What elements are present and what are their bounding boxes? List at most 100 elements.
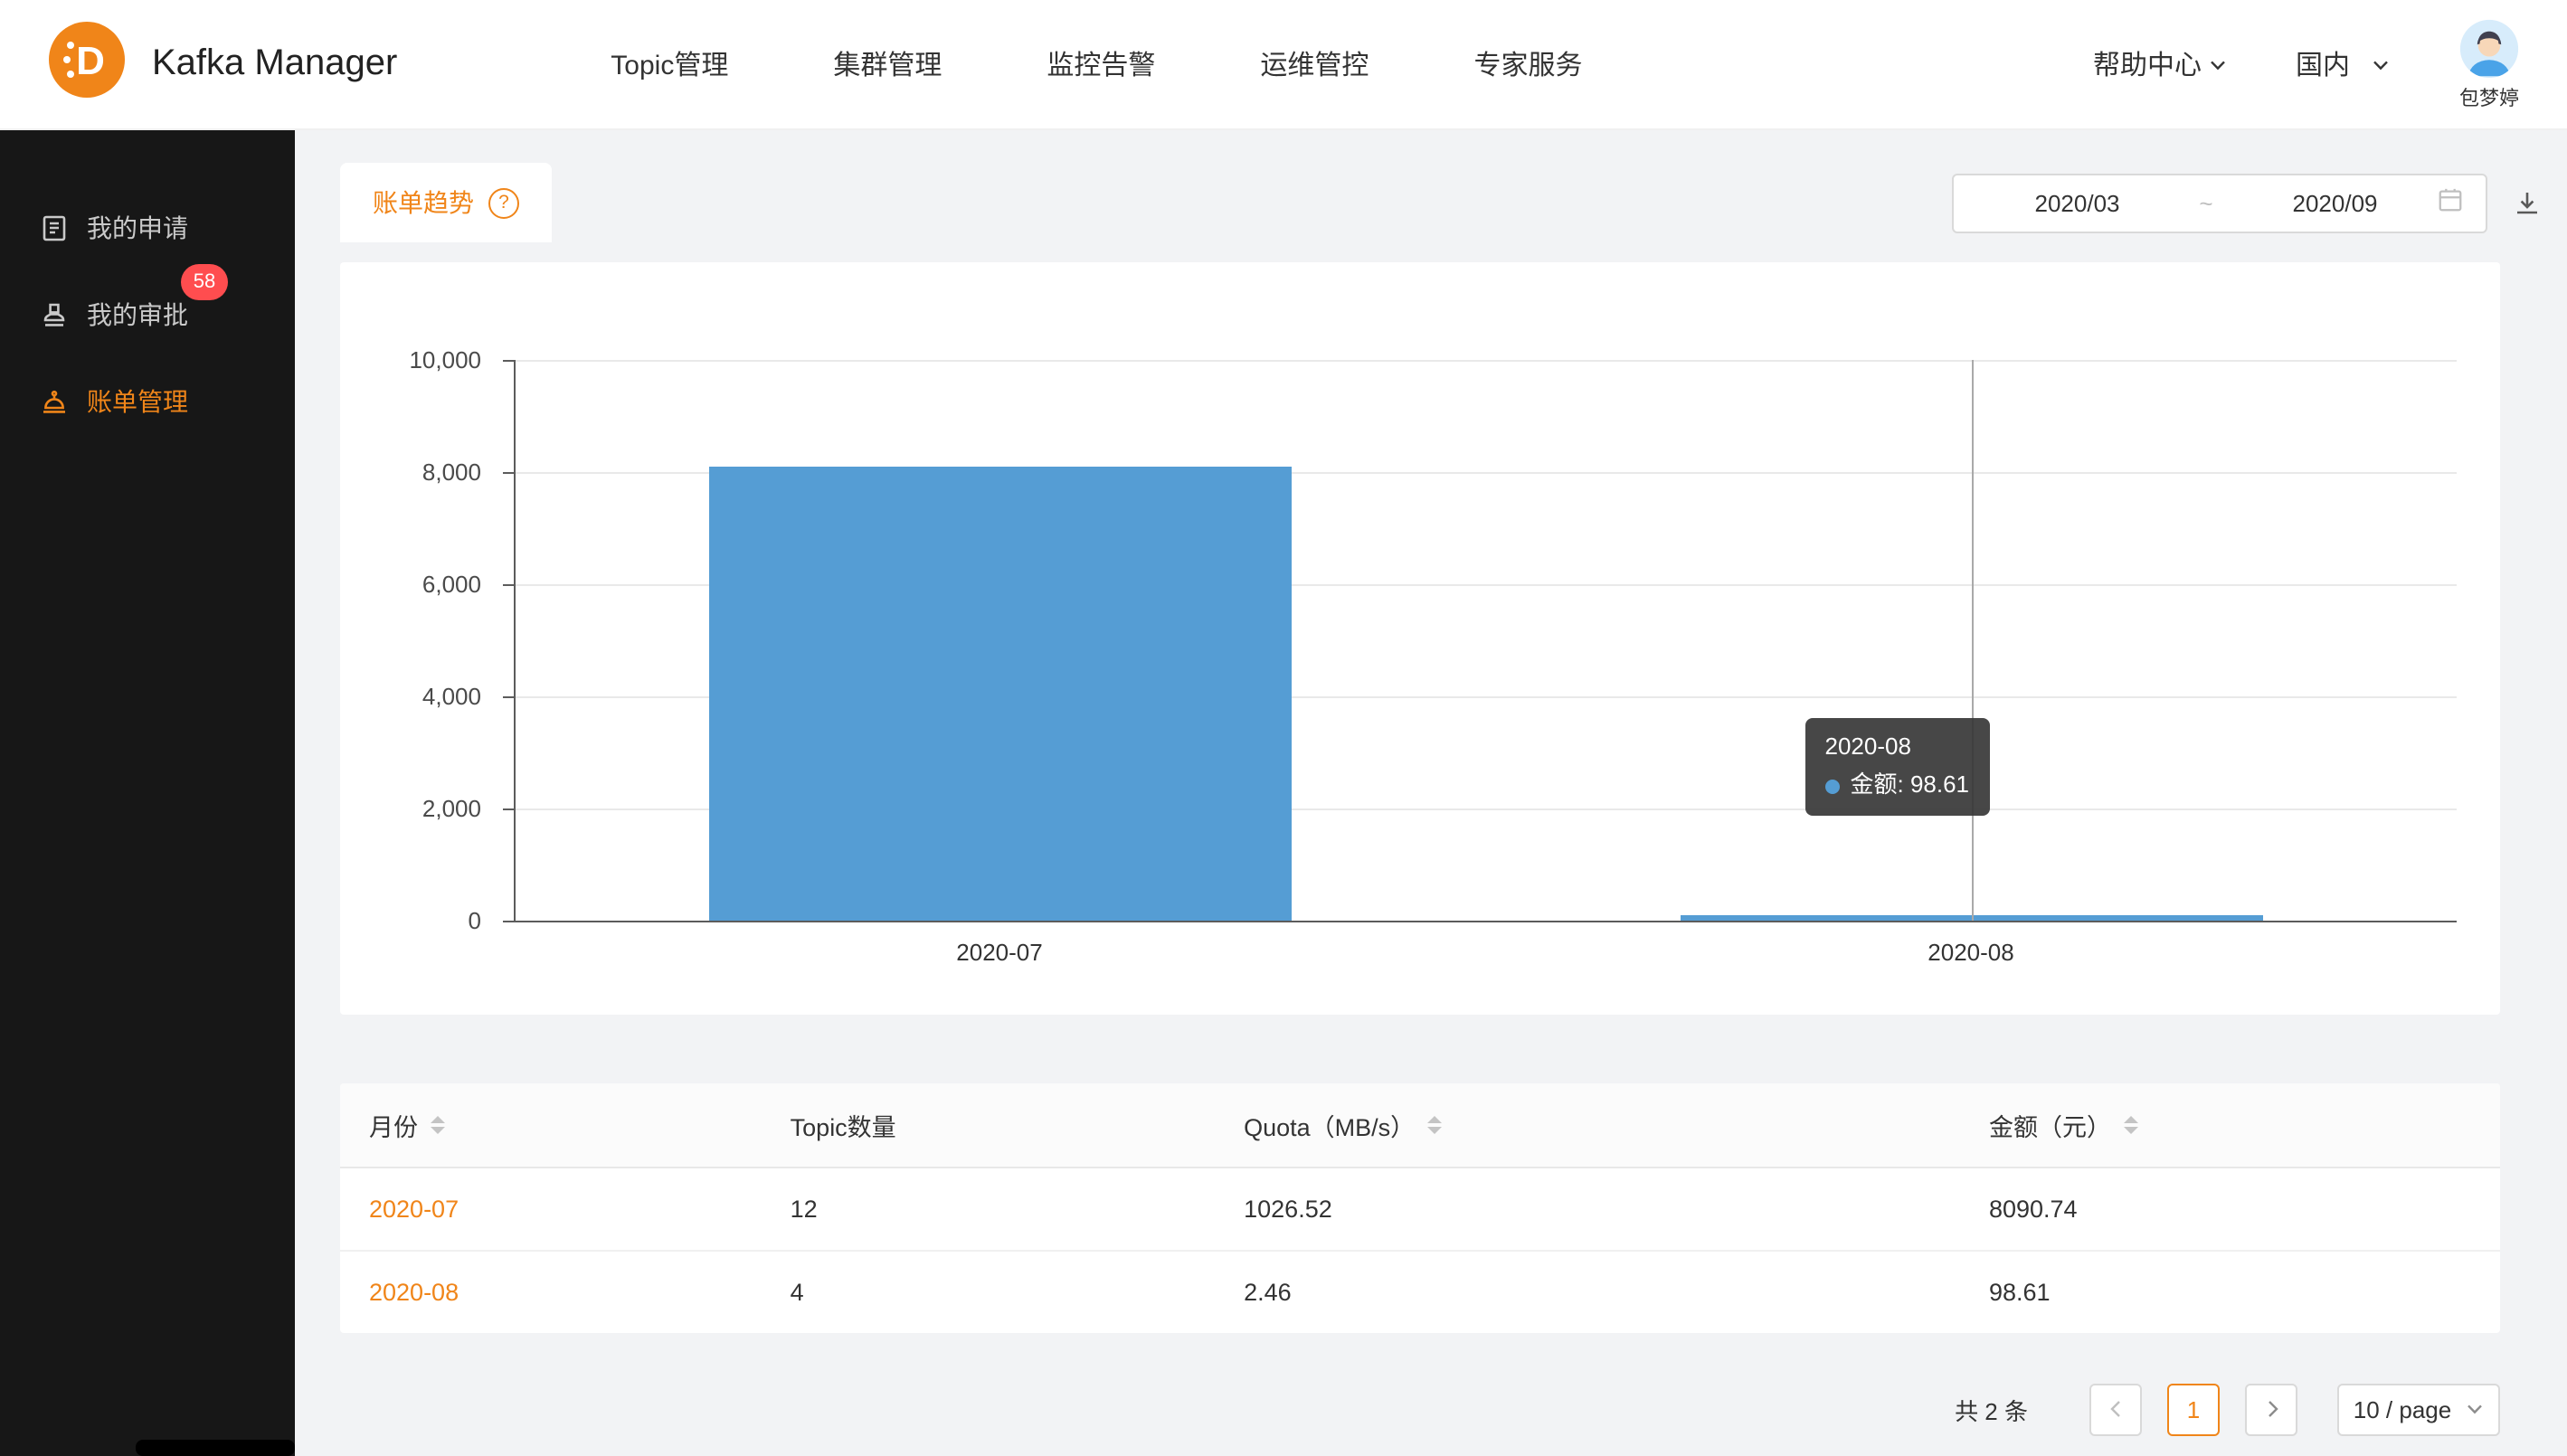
help-circle-icon	[488, 187, 519, 218]
chevron-down-icon	[2466, 1396, 2484, 1423]
page-number-button[interactable]: 1	[2167, 1384, 2220, 1436]
column-label: Quota（MB/s）	[1244, 1107, 1415, 1143]
tab-label: 账单趋势	[373, 184, 474, 221]
nav-monitor-alert[interactable]: 监控告警	[1047, 45, 1155, 83]
y-tick-label: 2,000	[422, 795, 481, 822]
user-menu[interactable]: 包梦婷	[2458, 18, 2520, 110]
quota-cell: 1026.52	[1215, 1168, 1960, 1251]
month-link[interactable]: 2020-08	[369, 1279, 459, 1306]
sidebar: 我的申请 我的审批 58	[0, 130, 295, 1456]
top-nav: Topic管理 集群管理 监控告警 运维管控 专家服务	[611, 45, 1582, 83]
column-header-month[interactable]: 月份	[340, 1083, 762, 1168]
avatar	[2458, 18, 2520, 87]
chevron-down-icon	[2372, 55, 2390, 73]
clipboard-icon	[40, 213, 69, 242]
topic-count-cell: 4	[762, 1251, 1215, 1333]
billing-table-card: 月份 Topic数量 Quota（	[340, 1083, 2500, 1333]
y-tick-mark	[503, 360, 516, 362]
tooltip-series-dot	[1825, 779, 1840, 793]
app-logo-icon: D	[47, 20, 127, 109]
sidebar-item-label: 我的审批	[87, 297, 188, 333]
tooltip-row: 金额: 98.61	[1825, 769, 1970, 803]
tooltip-title: 2020-08	[1825, 732, 1970, 766]
column-header-quota[interactable]: Quota（MB/s）	[1215, 1083, 1960, 1168]
user-name: 包梦婷	[2459, 90, 2519, 110]
toolbar: 账单趋势 2020/03 ~ 2020/09	[340, 163, 2542, 242]
y-tick-mark	[503, 808, 516, 810]
sidebar-item-label: 账单管理	[87, 383, 188, 420]
y-tick-mark	[503, 472, 516, 474]
page-size-value: 10 / page	[2354, 1396, 2451, 1423]
sort-caret-icon[interactable]	[431, 1116, 445, 1134]
table-row: 2020-07 12 1026.52 8090.74	[340, 1168, 2500, 1251]
date-start-value[interactable]: 2020/03	[1975, 189, 2179, 216]
sidebar-scrollbar-thumb[interactable]	[136, 1440, 295, 1456]
y-tick-label: 6,000	[422, 571, 481, 598]
sort-caret-icon[interactable]	[1427, 1116, 1442, 1134]
app-root: D Kafka Manager Topic管理 集群管理 监控告警 运维管控 专…	[0, 0, 2567, 1456]
sidebar-item-billing-management[interactable]: 账单管理	[0, 358, 295, 445]
sidebar-item-my-approvals[interactable]: 我的审批 58	[0, 271, 295, 358]
y-tick-mark	[503, 696, 516, 698]
column-label: 金额（元）	[1989, 1107, 2111, 1143]
toolbar-right: 2020/03 ~ 2020/09	[1952, 173, 2542, 232]
quota-cell: 2.46	[1215, 1251, 1960, 1333]
nav-expert-service[interactable]: 专家服务	[1473, 45, 1582, 83]
y-tick-label: 0	[469, 907, 481, 934]
date-range-picker[interactable]: 2020/03 ~ 2020/09	[1952, 173, 2487, 232]
billing-trend-chart-card: 10,000 8,000 6,000 4,000 2,000 0 2020-08 金额: …	[340, 262, 2500, 1015]
topic-count-cell: 12	[762, 1168, 1215, 1251]
nav-ops-control[interactable]: 运维管控	[1260, 45, 1369, 83]
x-axis-label: 2020-07	[956, 939, 1042, 966]
billing-table: 月份 Topic数量 Quota（	[340, 1083, 2500, 1333]
bar-2020-07[interactable]	[710, 467, 1293, 921]
stamp-icon	[40, 300, 69, 329]
crosshair-line	[1972, 360, 1974, 921]
app-title: Kafka Manager	[152, 43, 397, 85]
chevron-right-icon	[2262, 1396, 2280, 1423]
date-separator: ~	[2179, 189, 2233, 216]
tab-billing-trend[interactable]: 账单趋势	[340, 163, 552, 242]
column-header-topic-count: Topic数量	[762, 1083, 1215, 1168]
y-axis-labels: 10,0008,0006,0004,0002,0000	[340, 360, 499, 921]
download-icon[interactable]	[2513, 188, 2542, 217]
x-axis-labels: 2020-07 2020-08	[514, 921, 2457, 982]
column-header-amount[interactable]: 金额（元）	[1960, 1083, 2500, 1168]
chevron-down-icon	[2209, 55, 2227, 73]
approvals-count-badge: 58	[181, 264, 228, 300]
column-label: Topic数量	[791, 1107, 896, 1143]
table-header-row: 月份 Topic数量 Quota（	[340, 1083, 2500, 1168]
nav-topic-management[interactable]: Topic管理	[611, 45, 728, 83]
y-tick-label: 10,000	[409, 346, 481, 373]
y-tick-label: 8,000	[422, 459, 481, 486]
y-tick-label: 4,000	[422, 683, 481, 710]
sort-caret-icon[interactable]	[2124, 1116, 2138, 1134]
chevron-left-icon	[2107, 1396, 2125, 1423]
calendar-icon	[2437, 186, 2464, 219]
pagination-total: 共 2 条	[1955, 1393, 2028, 1427]
sidebar-item-my-applications[interactable]: 我的申请	[0, 184, 295, 271]
plot-area: 2020-08 金额: 98.61	[514, 360, 2457, 922]
x-axis-label: 2020-08	[1928, 939, 2013, 966]
region-selector[interactable]: 国内	[2296, 45, 2390, 83]
sidebar-item-label: 我的申请	[87, 210, 188, 246]
date-end-value[interactable]: 2020/09	[2233, 189, 2437, 216]
region-label: 国内	[2296, 45, 2350, 83]
prev-page-button[interactable]	[2089, 1384, 2142, 1436]
amount-cell: 8090.74	[1960, 1168, 2500, 1251]
help-center-menu[interactable]: 帮助中心	[2093, 45, 2227, 83]
y-tick-mark	[503, 584, 516, 586]
app-header: D Kafka Manager Topic管理 集群管理 监控告警 运维管控 专…	[0, 0, 2567, 130]
next-page-button[interactable]	[2245, 1384, 2297, 1436]
nav-cluster-management[interactable]: 集群管理	[833, 45, 942, 83]
bell-icon	[40, 387, 69, 416]
pagination: 共 2 条 1 10 / page	[340, 1384, 2500, 1436]
tooltip-text: 金额: 98.61	[1851, 769, 1970, 803]
main-content: 账单趋势 2020/03 ~ 2020/09	[295, 130, 2567, 1456]
help-center-label: 帮助中心	[2093, 45, 2202, 83]
month-link[interactable]: 2020-07	[369, 1196, 459, 1223]
column-label: 月份	[369, 1107, 418, 1143]
gridline	[516, 360, 2457, 362]
page-size-select[interactable]: 10 / page	[2337, 1384, 2500, 1436]
amount-cell: 98.61	[1960, 1251, 2500, 1333]
